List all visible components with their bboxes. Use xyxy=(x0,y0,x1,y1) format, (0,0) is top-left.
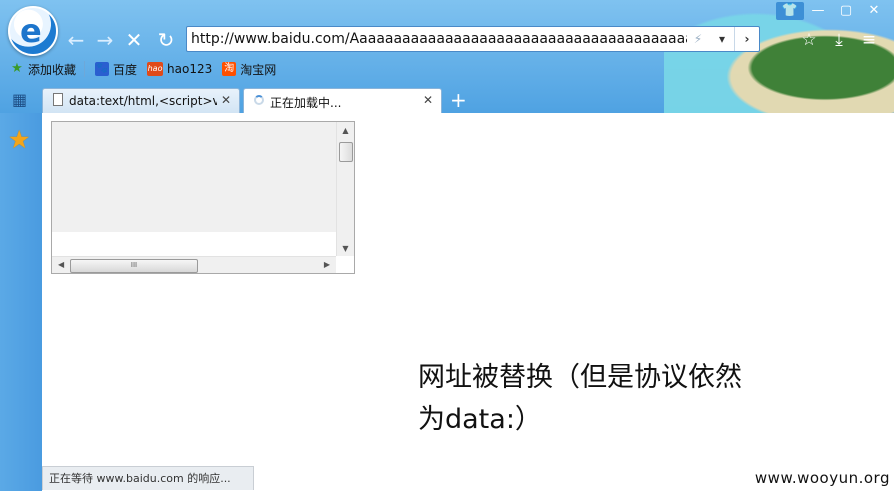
refresh-button[interactable]: ↻ xyxy=(154,28,178,52)
new-tab-button[interactable]: + xyxy=(450,88,467,112)
window-controls: 👕 — ▢ ✕ xyxy=(776,2,888,20)
bookmark-label: 百度 xyxy=(113,62,138,77)
bookmark-separator xyxy=(84,61,86,77)
taobao-icon: 淘 xyxy=(222,62,237,76)
hao123-icon: hao xyxy=(147,62,164,76)
vertical-scroll-thumb[interactable] xyxy=(339,142,353,162)
scrollbar-corner xyxy=(336,256,354,273)
vertical-scrollbar[interactable]: ▲ ▼ xyxy=(336,122,354,257)
forward-arrow-icon: → xyxy=(96,28,114,52)
maximize-button[interactable]: ▢ xyxy=(832,2,860,20)
bookmarks-bar: ★ 添加收藏 🐾 百度 hao hao123 淘 淘宝网 xyxy=(0,58,276,80)
skin-shirt-icon[interactable]: 👕 xyxy=(776,2,804,20)
address-bar[interactable]: http://www.baidu.com/Aaaaaaaaaaaaaaaaaaa… xyxy=(186,26,760,52)
page-content: ▲ ▼ ◀ III ▶ 网址被替换（但是协议依然 为data:） xyxy=(42,113,894,491)
textarea-box[interactable]: ▲ ▼ ◀ III ▶ xyxy=(51,121,355,274)
minimize-button[interactable]: — xyxy=(804,2,832,20)
scroll-left-arrow-icon[interactable]: ◀ xyxy=(58,260,64,269)
toolbar-right: ☆ ⤓ ≡ xyxy=(794,30,884,50)
tab-label: data:text/html,<script>var k xyxy=(69,94,217,108)
document-icon xyxy=(53,93,63,106)
bookmark-label: 添加收藏 xyxy=(28,62,77,77)
tab-strip: ▦ data:text/html,<script>var k ✕ 正在加载中..… xyxy=(0,86,894,113)
forward-button[interactable]: → xyxy=(93,28,117,52)
annotation-line-2: 为data:） xyxy=(418,404,542,435)
menu-icon[interactable]: ≡ xyxy=(854,30,884,50)
download-icon[interactable]: ⤓ xyxy=(824,30,854,50)
grid-apps-icon[interactable]: ▦ xyxy=(12,90,27,109)
favorite-star-icon[interactable]: ☆ xyxy=(794,30,824,50)
refresh-icon: ↻ xyxy=(157,28,175,52)
tab-close-icon[interactable]: ✕ xyxy=(423,93,433,107)
bookmark-add-favorite[interactable]: ★ 添加收藏 xyxy=(10,61,76,78)
tab-label: 正在加载中... xyxy=(270,96,342,110)
loading-spinner-icon xyxy=(254,95,264,105)
scroll-up-arrow-icon[interactable]: ▲ xyxy=(337,126,354,135)
watermark: www.wooyun.org xyxy=(754,469,890,487)
back-button[interactable]: ← xyxy=(64,28,88,52)
address-input[interactable]: http://www.baidu.com/Aaaaaaaaaaaaaaaaaaa… xyxy=(191,31,687,47)
bookmark-hao123[interactable]: hao hao123 xyxy=(147,62,212,76)
bookmark-taobao[interactable]: 淘 淘宝网 xyxy=(222,61,276,78)
left-sidebar: ★ xyxy=(0,113,42,491)
lightning-icon[interactable]: ⚡ xyxy=(686,27,710,51)
bookmark-label: hao123 xyxy=(167,62,213,76)
annotation-line-1: 网址被替换（但是协议依然 xyxy=(418,362,742,393)
tab-loading[interactable]: 正在加载中... ✕ xyxy=(243,88,442,113)
textarea-text-area[interactable] xyxy=(52,122,336,232)
favorites-star-icon[interactable]: ★ xyxy=(8,125,30,154)
address-bar-tools: ⚡ ▾ › xyxy=(686,27,759,51)
bookmark-baidu[interactable]: 🐾 百度 xyxy=(95,61,137,78)
browser-chrome: e ← → ✕ ↻ http://www.baidu.com/Aaaaaaaaa… xyxy=(0,0,894,113)
status-bar: 正在等待 www.baidu.com 的响应... xyxy=(42,466,254,490)
tab-close-icon[interactable]: ✕ xyxy=(221,93,231,107)
back-arrow-icon: ← xyxy=(67,28,85,52)
bookmark-label: 淘宝网 xyxy=(240,62,277,77)
horizontal-scrollbar[interactable]: ◀ III ▶ xyxy=(52,256,336,273)
stop-icon: ✕ xyxy=(125,28,143,52)
go-button[interactable]: › xyxy=(734,27,759,51)
browser-logo-icon[interactable]: e xyxy=(8,6,58,56)
scroll-down-arrow-icon[interactable]: ▼ xyxy=(337,244,354,253)
baidu-paw-icon: 🐾 xyxy=(95,62,110,76)
star-add-icon: ★ xyxy=(11,61,23,76)
horizontal-scroll-thumb[interactable]: III xyxy=(70,259,198,273)
annotation-text: 网址被替换（但是协议依然 为data:） xyxy=(418,357,798,441)
logo-letter: e xyxy=(20,12,42,50)
url-dropdown-button[interactable]: ▾ xyxy=(710,27,734,51)
tab-data-url[interactable]: data:text/html,<script>var k ✕ xyxy=(42,88,240,113)
close-window-button[interactable]: ✕ xyxy=(860,2,888,20)
scroll-right-arrow-icon[interactable]: ▶ xyxy=(324,260,330,269)
stop-button[interactable]: ✕ xyxy=(122,28,146,52)
